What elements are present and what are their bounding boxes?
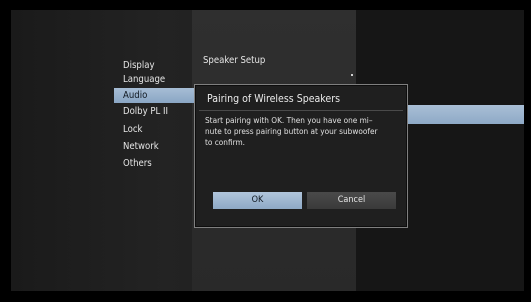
cancel-button[interactable]: Cancel <box>307 192 396 209</box>
dialog-divider <box>199 110 403 111</box>
menu-item-lock[interactable]: Lock <box>114 122 142 137</box>
dialog-title: Pairing of Wireless Speakers <box>207 93 341 105</box>
menu-item-language[interactable]: Language <box>114 72 165 87</box>
ok-button[interactable]: OK <box>213 192 302 209</box>
dialog-message: Start pairing with OK. Then you have one… <box>205 115 378 147</box>
menu-item-others[interactable]: Others <box>114 156 152 171</box>
separator-dot <box>351 74 353 76</box>
menu-item-network[interactable]: Network <box>114 139 159 154</box>
menu-item-dolby-pl-ii[interactable]: Dolby PL II <box>114 104 168 119</box>
menu-item-display[interactable]: Display <box>114 58 155 73</box>
section-title: Speaker Setup <box>203 55 266 66</box>
